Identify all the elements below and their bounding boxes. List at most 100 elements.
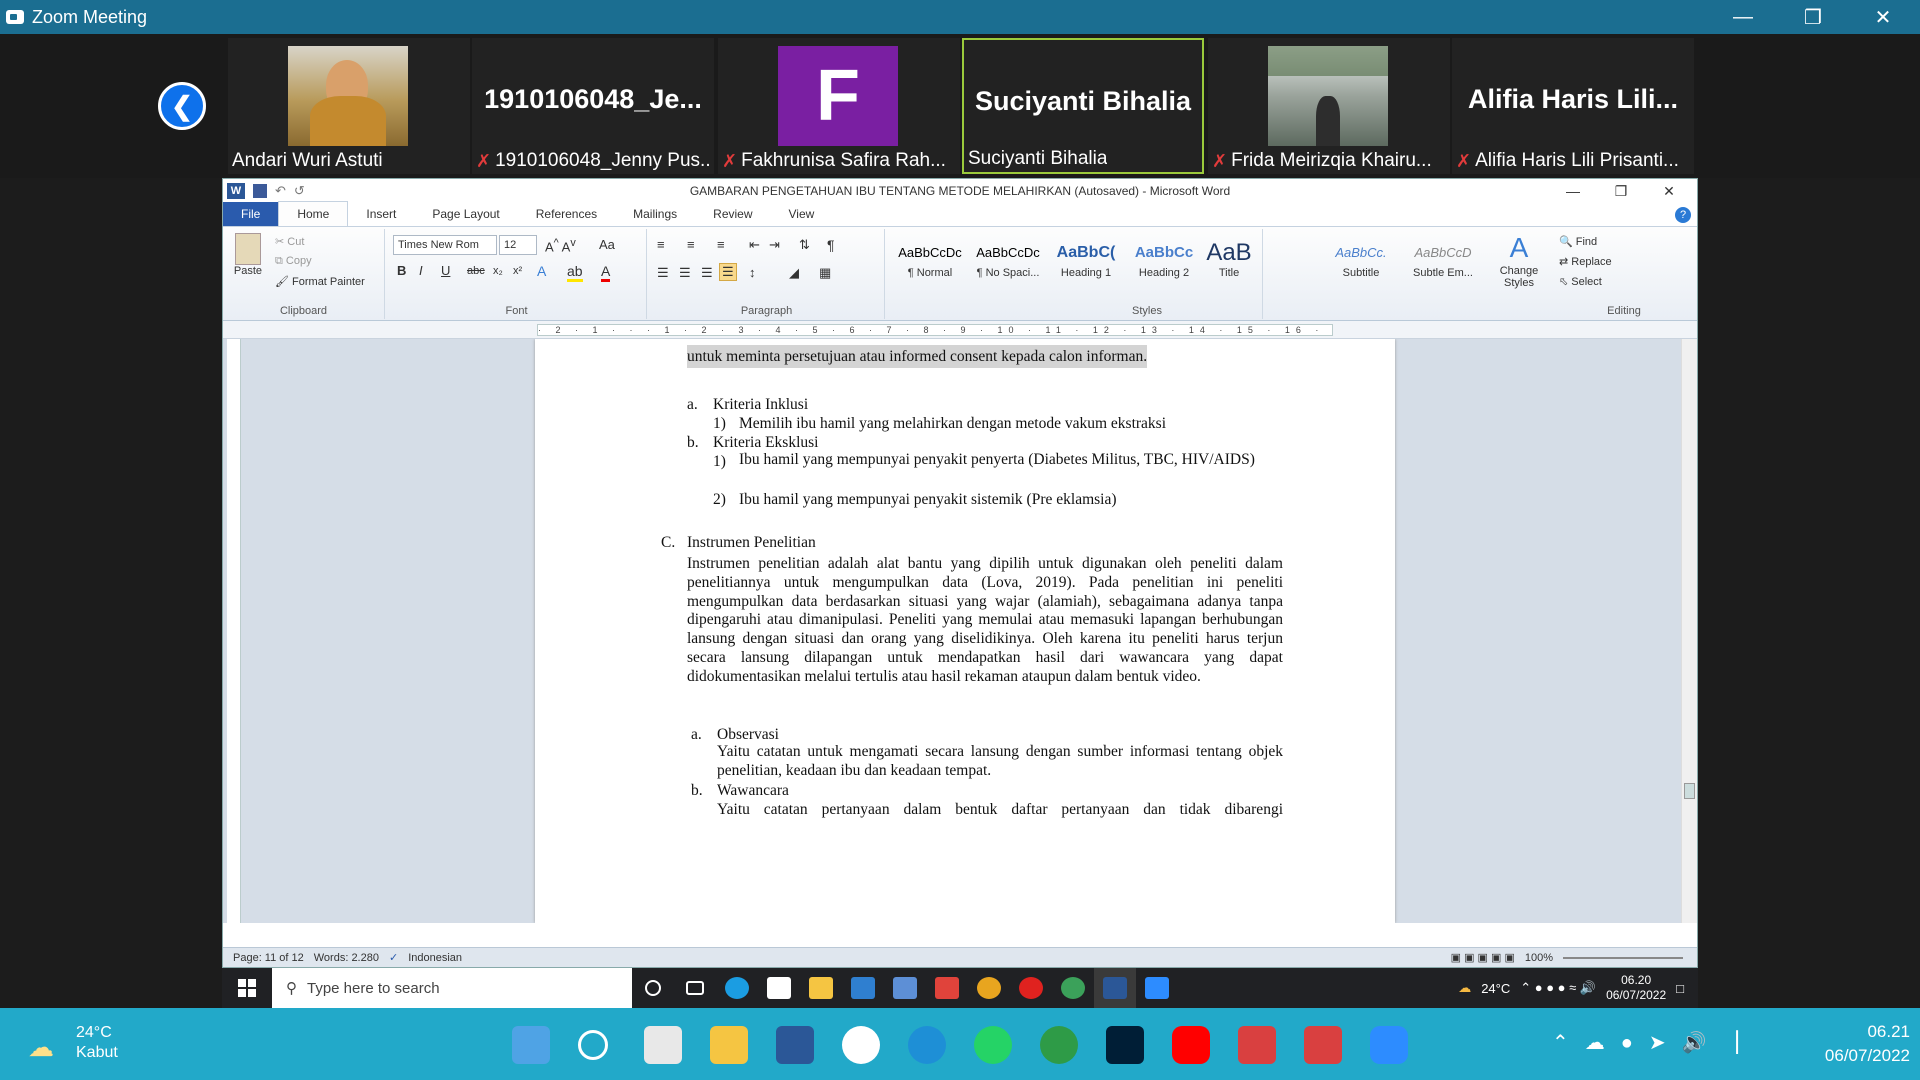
language[interactable]: Indonesian (408, 952, 462, 964)
style-subtitle[interactable]: AaBbCc. Subtitle (1319, 239, 1403, 279)
copy-button[interactable]: ⧉ Copy (275, 255, 312, 268)
strikethrough-button[interactable]: abc (467, 265, 485, 277)
windows-start-icon[interactable] (222, 968, 272, 1008)
select-button[interactable]: ⬁ Select (1559, 275, 1602, 288)
chrome-icon[interactable] (968, 968, 1010, 1008)
close-icon[interactable]: ✕ (1848, 0, 1918, 34)
tab-review[interactable]: Review (695, 202, 770, 226)
align-left-icon[interactable]: ☰ (657, 265, 669, 281)
align-center-icon[interactable]: ☰ (679, 265, 691, 281)
zoom-slider[interactable] (1563, 956, 1683, 959)
underline-button[interactable]: U (441, 263, 450, 278)
style-title[interactable]: AaB Title (1199, 239, 1259, 279)
word-icon[interactable] (1094, 968, 1136, 1008)
weather-widget[interactable]: ☁ 24°C Kabut (28, 1022, 148, 1066)
cortana-icon[interactable] (632, 968, 674, 1008)
participant-tile[interactable]: 1910106048_Je... ✗ 1910106048_Jenny Pus..… (472, 38, 714, 174)
youtube-icon[interactable] (1172, 1026, 1210, 1064)
video-app-icon[interactable] (1238, 1026, 1276, 1064)
borders-icon[interactable]: ▦ (819, 265, 831, 281)
save-icon[interactable] (253, 184, 267, 198)
paste-button[interactable]: Paste (229, 233, 267, 277)
change-styles-button[interactable]: A Change Styles (1491, 231, 1547, 289)
horizontal-ruler[interactable]: · 2 · 1 · · · 1 · 2 · 3 · 4 · 5 · 6 · 7 … (223, 321, 1697, 339)
zoom-icon[interactable] (1370, 1026, 1408, 1064)
task-view-icon[interactable] (674, 968, 716, 1008)
task-view-icon[interactable] (644, 1026, 682, 1064)
undo-icon[interactable]: ↶ (275, 183, 286, 199)
tray-icons[interactable]: ⌃ ● ● ● ≈ 🔊 (1520, 980, 1596, 996)
font-size-dropdown[interactable]: 12 (499, 235, 537, 255)
line-spacing-icon[interactable]: ↕ (749, 265, 756, 280)
tab-view[interactable]: View (771, 202, 833, 226)
help-icon[interactable]: ? (1675, 207, 1691, 223)
file-explorer-icon[interactable] (800, 968, 842, 1008)
system-clock[interactable]: 06.21 06/07/2022 (1790, 1020, 1910, 1068)
style-heading-2[interactable]: AaBbCc Heading 2 (1125, 239, 1203, 279)
tab-home[interactable]: Home (278, 201, 349, 226)
cut-button[interactable]: ✂ Cut (275, 235, 304, 248)
windows-start-icon[interactable] (512, 1026, 550, 1064)
text-effects-icon[interactable]: A (537, 263, 546, 279)
mail-icon[interactable] (842, 968, 884, 1008)
tab-file[interactable]: File (223, 202, 279, 226)
word-minimize-icon[interactable]: — (1549, 179, 1597, 203)
google-icon[interactable] (842, 1026, 880, 1064)
proofing-icon[interactable]: ✓ (389, 951, 398, 964)
grow-font-icon[interactable]: A^ Av (545, 237, 576, 254)
sort-icon[interactable]: ⇅ (799, 237, 810, 253)
search-icon[interactable] (578, 1030, 608, 1060)
highlight-icon[interactable]: ab (567, 263, 583, 282)
file-explorer-icon[interactable] (710, 1026, 748, 1064)
store-icon[interactable] (758, 968, 800, 1008)
notification-icon[interactable]: □ (1676, 981, 1684, 996)
app-icon[interactable] (884, 968, 926, 1008)
format-painter-button[interactable]: 🖌 Format Painter (275, 275, 365, 288)
word-count[interactable]: Words: 2.280 (314, 952, 379, 964)
font-color-icon[interactable]: A (601, 263, 611, 282)
style-normal[interactable]: AaBbCcDc ¶ Normal (891, 239, 969, 279)
whatsapp-icon[interactable] (974, 1026, 1012, 1064)
shading-icon[interactable]: ◢ (789, 265, 799, 281)
style-heading-1[interactable]: AaBbC(Heading 1 (1047, 239, 1125, 279)
edge-icon[interactable] (908, 1026, 946, 1064)
font-name-dropdown[interactable]: Times New Rom (393, 235, 497, 255)
justify-icon[interactable]: ☰ (719, 263, 737, 281)
page-count[interactable]: Page: 11 of 12 (233, 952, 304, 964)
replace-button[interactable]: ⇄ Replace (1559, 255, 1612, 268)
restore-icon[interactable]: ❐ (1778, 0, 1848, 34)
system-tray[interactable]: ⌃☁●➤🔊▕ (1552, 1030, 1754, 1055)
show-marks-icon[interactable]: ¶ (827, 237, 835, 253)
photoshop-icon[interactable] (1106, 1026, 1144, 1064)
style-no-spacing[interactable]: AaBbCcDc ¶ No Spaci... (969, 239, 1047, 279)
document-page[interactable]: untuk meminta persetujuan atau informed … (535, 339, 1395, 923)
scrollbar-thumb[interactable] (1684, 783, 1695, 799)
pdf-icon[interactable] (926, 968, 968, 1008)
multilevel-list-icon[interactable]: ≡ (717, 237, 725, 252)
minimize-icon[interactable]: — (1708, 0, 1778, 34)
participant-tile-active-speaker[interactable]: Suciyanti Bihalia Suciyanti Bihalia (962, 38, 1204, 174)
bold-button[interactable]: B (397, 263, 406, 278)
find-button[interactable]: 🔍 Find (1559, 235, 1597, 248)
tab-insert[interactable]: Insert (348, 202, 414, 226)
word-icon[interactable] (776, 1026, 814, 1064)
zoom-level[interactable]: 100% (1525, 952, 1553, 964)
style-subtle-emphasis[interactable]: AaBbCcD Subtle Em... (1401, 239, 1485, 279)
italic-button[interactable]: I (419, 263, 423, 278)
gallery-prev-button[interactable]: ❮ (158, 82, 206, 130)
align-right-icon[interactable]: ☰ (701, 265, 713, 281)
word-close-icon[interactable]: ✕ (1645, 179, 1693, 203)
numbering-icon[interactable]: ≡ (687, 237, 695, 252)
view-buttons[interactable]: ▣ ▣ ▣ ▣ ▣ (1451, 951, 1515, 964)
taskbar-search-input[interactable]: ⚲ Type here to search (272, 968, 632, 1008)
opera-icon[interactable] (1010, 968, 1052, 1008)
participant-tile[interactable]: Andari Wuri Astuti (228, 38, 470, 174)
participant-tile[interactable]: ✗ Frida Meirizqia Khairu... (1208, 38, 1450, 174)
decrease-indent-icon[interactable]: ⇤ (749, 237, 760, 253)
increase-indent-icon[interactable]: ⇥ (769, 237, 780, 253)
superscript-button[interactable]: x² (513, 265, 522, 277)
tab-page-layout[interactable]: Page Layout (414, 202, 517, 226)
redo-icon[interactable]: ↺ (294, 183, 305, 199)
word-restore-icon[interactable]: ❐ (1597, 179, 1645, 203)
weather-icon[interactable]: ☁ (1458, 980, 1471, 996)
